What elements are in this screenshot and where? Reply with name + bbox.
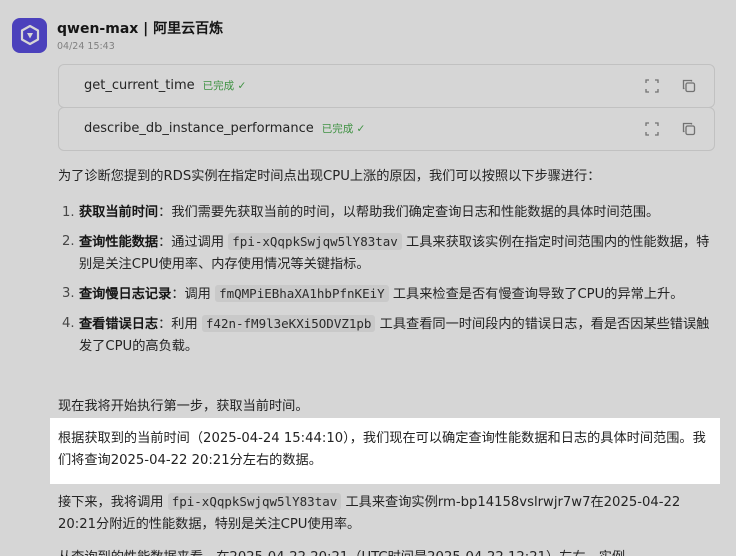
list-number: 2.: [62, 234, 75, 249]
highlight-paragraph: 根据获取到的当前时间（2025-04-24 15:44:10），我们现在可以确定…: [58, 431, 706, 468]
tool-id-code: fpi-xQqpkSwjqw5lY83tav: [167, 493, 342, 510]
tool-call-label: get_current_time 已完成 ✓: [84, 78, 246, 93]
tool-name: describe_db_instance_performance: [84, 121, 314, 136]
step-sep: ：调用: [171, 287, 216, 302]
list-item: 2. 查询性能数据：通过调用 fpi-xQqpkSwjqw5lY83tav 工具来…: [62, 231, 718, 276]
message-header: qwen-max | 阿里云百炼 04/24 15:43: [12, 18, 223, 54]
step-title: 查询性能数据: [79, 235, 159, 250]
tool-name: get_current_time: [84, 78, 195, 93]
tool-id-code: fmQMPiEBhaXA1hbPfnKEiY: [215, 285, 389, 302]
tool-call-card[interactable]: describe_db_instance_performance 已完成 ✓: [58, 107, 715, 151]
intro-paragraph: 为了诊断您提到的RDS实例在指定时间点出现CPU上涨的原因，我们可以按照以下步骤…: [58, 169, 601, 184]
expand-icon[interactable]: [644, 121, 660, 137]
tool-status: 已完成 ✓: [202, 80, 247, 92]
list-item: 3. 查询慢日志记录：调用 fmQMPiEBhaXA1hbPfnKEiY 工具来检…: [62, 283, 718, 306]
tool-status: 已完成 ✓: [321, 123, 366, 135]
step-sep: ：: [158, 205, 172, 220]
tool-id-code: fpi-xQqpkSwjqw5lY83tav: [228, 233, 402, 250]
list-number: 3.: [62, 286, 75, 301]
step-title: 查看错误日志: [79, 317, 159, 332]
step-text: 我们需要先获取当前的时间，以帮助我们确定查询日志和性能数据的具体时间范围。: [171, 205, 660, 220]
list-item: 4. 查看错误日志：利用 f42n-fM9l3eKXi5ODVZ1pb 工具查看同…: [62, 313, 718, 358]
cut-off-paragraph: 从查询到的性能数据来看，在2025-04-22 20:21（UTC时间是2025…: [58, 547, 718, 556]
list-number: 4.: [62, 316, 75, 331]
copy-icon[interactable]: [681, 121, 697, 137]
tool-id-code: f42n-fM9l3eKXi5ODVZ1pb: [201, 315, 376, 332]
expand-icon[interactable]: [644, 78, 660, 94]
list-item: 1. 获取当前时间：我们需要先获取当前的时间，以帮助我们确定查询日志和性能数据的具…: [62, 202, 718, 224]
next-before: 接下来，我将调用: [58, 495, 168, 510]
tool-call-card[interactable]: get_current_time 已完成 ✓: [58, 64, 715, 108]
step-sep: ：利用: [158, 317, 202, 332]
message-timestamp: 04/24 15:43: [57, 41, 115, 52]
steps-list: 1. 获取当前时间：我们需要先获取当前的时间，以帮助我们确定查询日志和性能数据的具…: [62, 202, 718, 365]
next-paragraph: 接下来，我将调用 fpi-xQqpkSwjqw5lY83tav 工具来查询实例r…: [58, 491, 718, 536]
copy-icon[interactable]: [681, 78, 697, 94]
step-title: 获取当前时间: [79, 205, 159, 220]
tool-call-label: describe_db_instance_performance 已完成 ✓: [84, 121, 365, 136]
step-text: 工具来检查是否有慢查询导致了CPU的异常上升。: [388, 287, 684, 302]
qwen-logo-icon: [12, 18, 47, 53]
step-now-paragraph: 现在我将开始执行第一步，获取当前时间。: [58, 399, 309, 414]
step-sep: ：通过调用: [158, 235, 229, 250]
step-title: 查询慢日志记录: [79, 287, 172, 302]
list-number: 1.: [62, 205, 75, 220]
model-name: qwen-max | 阿里云百炼: [57, 21, 224, 37]
